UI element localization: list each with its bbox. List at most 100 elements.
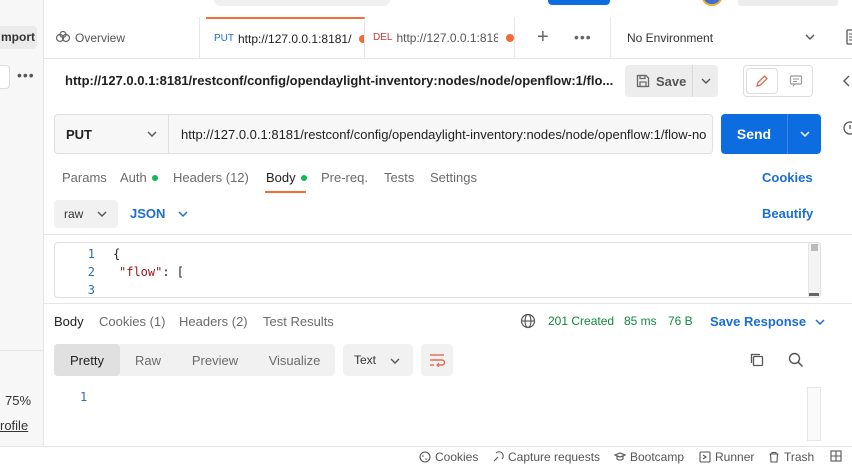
method-select[interactable]: PUT: [54, 114, 169, 154]
chevron-down-icon: [389, 356, 401, 366]
save-icon: [636, 74, 656, 88]
save-response-button[interactable]: Save Response: [710, 314, 826, 329]
edit-docs-toggle[interactable]: [743, 65, 813, 97]
request-tabs-bar: Overview PUT http://127.0.0.1:8181/ DEL …: [44, 17, 852, 59]
tab-headers[interactable]: Headers (12): [173, 170, 249, 185]
body-language-select[interactable]: JSON: [130, 206, 189, 221]
tab-settings[interactable]: Settings: [430, 170, 477, 185]
new-tab-plus-icon[interactable]: +: [537, 27, 549, 47]
top-upgrade-button[interactable]: [738, 0, 838, 6]
method-label: PUT: [66, 126, 92, 142]
body-language-label: JSON: [130, 206, 166, 221]
copy-icon[interactable]: [749, 352, 765, 368]
response-format-select[interactable]: Text: [343, 344, 413, 376]
response-tab-body[interactable]: Body: [54, 314, 84, 329]
environment-label: No Environment: [627, 30, 714, 45]
right-panel-info-icon[interactable]: [842, 120, 852, 136]
import-button[interactable]: mport: [0, 26, 37, 49]
view-pretty[interactable]: Pretty: [54, 344, 120, 376]
code-line: {: [113, 247, 121, 261]
layout-icon: [830, 450, 846, 462]
status-runner-label: Runner: [715, 450, 755, 464]
bootcamp-icon: [614, 451, 630, 463]
send-label: Send: [721, 114, 788, 154]
comment-icon[interactable]: [780, 66, 812, 96]
line-number: 3: [87, 283, 95, 297]
save-button[interactable]: Save: [625, 65, 718, 97]
request-title[interactable]: http://127.0.0.1:8181/restconf/config/op…: [65, 73, 613, 88]
response-tab-cookies[interactable]: Cookies (1): [99, 314, 165, 329]
globe-icon[interactable]: [520, 313, 536, 329]
status-cookies-label: Cookies: [435, 450, 479, 464]
tab-tests[interactable]: Tests: [384, 170, 414, 185]
cookie-icon: [419, 451, 435, 463]
status-trash[interactable]: Trash: [768, 450, 814, 464]
body-type-label: raw: [64, 207, 84, 221]
tab-body[interactable]: Body: [266, 170, 307, 185]
response-status[interactable]: 201 Created: [548, 314, 614, 328]
cookies-link[interactable]: Cookies: [762, 170, 813, 185]
view-visualize[interactable]: Visualize: [254, 344, 335, 376]
view-preview[interactable]: Preview: [176, 344, 254, 376]
sidebar-profile-link[interactable]: rofile: [0, 418, 28, 433]
sidebar-more-icon[interactable]: •••: [17, 67, 35, 83]
trash-icon: [768, 451, 784, 463]
overview-icon: [55, 30, 71, 45]
response-format-label: Text: [354, 353, 377, 367]
search-icon[interactable]: [788, 352, 804, 368]
response-tab-test-results[interactable]: Test Results: [263, 314, 334, 329]
right-panel-code-icon[interactable]: [842, 74, 852, 88]
scrollbar-thumb[interactable]: [811, 244, 818, 251]
response-line-number: 1: [80, 390, 88, 404]
avatar[interactable]: [702, 0, 722, 6]
top-search-bar[interactable]: [214, 0, 390, 6]
environment-select[interactable]: No Environment: [610, 17, 830, 58]
tab-prereq[interactable]: Pre-req.: [321, 170, 368, 185]
tab-del-request[interactable]: DEL http://127.0.0.1:8181/r: [365, 17, 515, 58]
wrap-lines-button[interactable]: [421, 344, 453, 376]
body-indicator-dot: [300, 174, 307, 181]
environment-quick-look-icon[interactable]: [846, 29, 852, 45]
sidebar-filter-input[interactable]: [0, 65, 10, 89]
response-tab-headers[interactable]: Headers (2): [179, 314, 248, 329]
json-punct: : [: [162, 265, 185, 279]
save-response-label: Save Response: [710, 314, 807, 329]
url-input[interactable]: http://127.0.0.1:8181/restconf/config/op…: [169, 114, 713, 154]
tab-body-label: Body: [266, 170, 296, 185]
sidebar-divider: [0, 350, 44, 351]
response-scrollbar[interactable]: [807, 387, 821, 441]
status-trash-label: Trash: [784, 450, 815, 464]
tab-del-url: http://127.0.0.1:8181/r: [396, 30, 498, 45]
json-key: "flow": [119, 265, 163, 279]
tab-auth[interactable]: Auth: [120, 170, 158, 185]
tab-overview[interactable]: Overview: [54, 17, 200, 58]
edit-pencil-icon[interactable]: [746, 68, 779, 94]
send-button[interactable]: Send: [721, 114, 821, 154]
beautify-link[interactable]: Beautify: [762, 206, 813, 221]
status-runner[interactable]: Runner: [699, 450, 754, 464]
top-chevron-icon[interactable]: [650, 0, 662, 2]
tabs-more-icon[interactable]: •••: [574, 29, 592, 45]
send-options-chevron-icon[interactable]: [788, 114, 821, 154]
status-cookies[interactable]: Cookies: [419, 450, 478, 464]
response-size[interactable]: 76 B: [668, 314, 693, 328]
status-capture-requests[interactable]: Capture requests: [492, 450, 600, 464]
editor-scrollbar[interactable]: [808, 243, 820, 297]
status-layout-toggle[interactable]: [830, 450, 846, 462]
response-time[interactable]: 85 ms: [624, 314, 657, 328]
body-type-select[interactable]: raw: [54, 200, 118, 228]
capture-icon: [492, 451, 508, 463]
body-editor[interactable]: 1 { 2 "flow": [ 3: [54, 242, 821, 298]
divider: [44, 234, 852, 235]
top-primary-button[interactable]: [548, 0, 610, 5]
tab-params[interactable]: Params: [62, 170, 107, 185]
status-bootcamp-label: Bootcamp: [630, 450, 685, 464]
view-raw[interactable]: Raw: [120, 344, 176, 376]
chevron-down-icon: [804, 32, 816, 42]
line-number: 2: [87, 265, 95, 279]
save-options-chevron-icon[interactable]: [693, 76, 718, 86]
status-bootcamp[interactable]: Bootcamp: [614, 450, 684, 464]
chevron-down-icon: [146, 129, 158, 139]
tab-put-request[interactable]: PUT http://127.0.0.1:8181/: [206, 17, 365, 58]
scrollbar-resize-handle[interactable]: [809, 293, 819, 296]
